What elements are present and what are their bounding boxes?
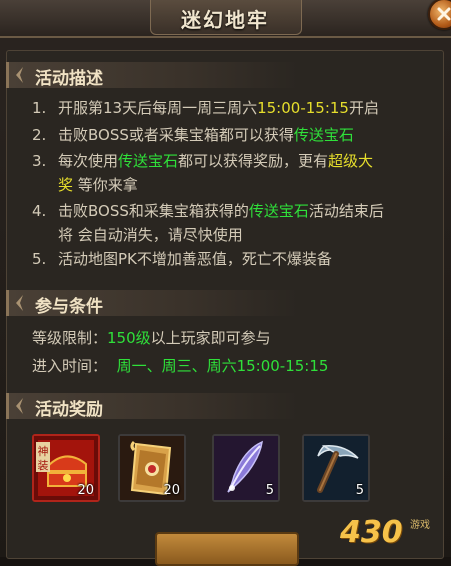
line-text: 开服第13天后每周一周三周六: [58, 99, 258, 117]
line-number: 4.: [32, 202, 47, 220]
line-text: 活动地图PK不增加善恶值，死亡不爆装备: [58, 250, 332, 268]
section-title: 参与条件: [35, 297, 103, 317]
enter-button[interactable]: [155, 532, 299, 566]
section-header-rewards: 活动奖励: [6, 393, 299, 420]
section-title: 活动描述: [35, 69, 103, 89]
description-line: 3. 每次使用传送宝石都可以获得奖励，更有超级大: [32, 150, 373, 172]
description-line: 将 会自动消失，请尽快使用: [32, 224, 243, 246]
line-text: 传送宝石: [248, 202, 309, 220]
level-suffix: 以上玩家即可参与: [150, 329, 271, 347]
line-text: 传送宝石: [293, 126, 354, 144]
line-text: 传送宝石: [118, 152, 179, 170]
site-logo-suffix: 游戏: [410, 520, 430, 531]
line-text: 击败BOSS或者采集宝箱都可以获得: [58, 126, 294, 144]
reward-slot-2[interactable]: 20: [118, 434, 186, 502]
description-line: 1. 开服第13天后每周一周三周六15:00-15:15开启: [32, 97, 379, 119]
window-title: 迷幻地牢: [181, 8, 269, 32]
section-header-description: 活动描述: [6, 62, 299, 89]
time-value: 周一、周三、周六15:00-15:15: [116, 357, 329, 375]
line-text: 超级大: [328, 152, 374, 170]
line-text: 将 会自动消失，请尽快使用: [58, 226, 243, 244]
line-number: 2.: [32, 126, 47, 144]
reward-slot-1[interactable]: 神 装 20: [32, 434, 100, 502]
section-bullet-icon: [16, 398, 23, 414]
line-number: 5.: [32, 250, 47, 268]
line-number: 1.: [32, 99, 47, 117]
level-requirement: 等级限制：150级以上玩家即可参与: [32, 327, 271, 349]
entry-time: 进入时间： 周一、周三、周六15:00-15:15: [32, 355, 328, 377]
reward-slot-3[interactable]: 5: [212, 434, 280, 502]
reward-tag-char: 神: [38, 444, 49, 458]
reward-count: 20: [163, 483, 180, 498]
reward-count: 5: [265, 483, 274, 498]
reward-tag-char: 装: [38, 459, 49, 472]
site-logo: 430: [340, 515, 403, 550]
reward-slot-4[interactable]: 5: [302, 434, 370, 502]
reward-count: 5: [355, 483, 364, 498]
level-label: 等级限制：: [32, 329, 108, 347]
line-text: 开启: [348, 99, 379, 117]
close-icon: [437, 7, 451, 21]
line-text: 击败BOSS和采集宝箱获得的: [58, 202, 249, 220]
time-label: 进入时间：: [32, 357, 108, 375]
section-header-conditions: 参与条件: [6, 290, 299, 317]
line-text: 每次使用: [58, 152, 119, 170]
line-number: 3.: [32, 152, 47, 170]
section-bullet-icon: [16, 295, 23, 311]
description-line: 奖 等你来拿: [32, 174, 138, 196]
line-text: 活动结束后: [308, 202, 384, 220]
description-line: 5. 活动地图PK不增加善恶值，死亡不爆装备: [32, 248, 332, 270]
description-line: 2. 击败BOSS或者采集宝箱都可以获得传送宝石: [32, 124, 354, 146]
line-text: 15:00-15:15: [257, 99, 349, 117]
line-text: 奖: [58, 176, 74, 194]
line-text: 都可以获得奖励，更有: [178, 152, 329, 170]
level-value: 150级: [107, 329, 151, 347]
section-bullet-icon: [16, 67, 23, 83]
section-title: 活动奖励: [35, 400, 103, 420]
description-line: 4. 击败BOSS和采集宝箱获得的传送宝石活动结束后: [32, 200, 384, 222]
line-text: 等你来拿: [73, 176, 138, 194]
reward-count: 20: [77, 483, 94, 498]
